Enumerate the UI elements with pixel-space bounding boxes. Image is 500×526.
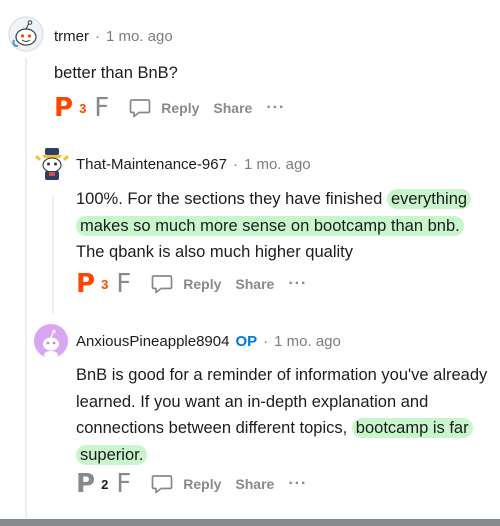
avatar[interactable] — [8, 16, 44, 52]
share-button[interactable]: Share — [235, 276, 274, 292]
upvote-icon[interactable]: P — [76, 470, 95, 498]
share-button[interactable]: Share — [235, 476, 274, 492]
vote-score: 2 — [101, 476, 109, 492]
reply-button[interactable]: Reply — [183, 276, 221, 292]
timestamp[interactable]: 1 mo. ago — [244, 156, 311, 173]
downvote-icon[interactable]: F — [116, 470, 131, 498]
avatar[interactable] — [32, 144, 72, 184]
vote-score: 3 — [101, 276, 109, 292]
username[interactable]: That-Maintenance-967 — [76, 156, 227, 173]
vote-score: 3 — [79, 100, 87, 116]
comment-bubble-icon[interactable] — [129, 98, 151, 118]
timestamp[interactable]: 1 mo. ago — [106, 28, 173, 45]
snoo-avatar-purple-icon — [34, 324, 68, 358]
avatar[interactable] — [34, 324, 68, 358]
bottom-scroll-bar[interactable] — [0, 519, 500, 526]
comment-text: better than BnB? — [54, 64, 178, 82]
separator: · — [232, 156, 238, 173]
comment-meta: trmer · 1 mo. ago — [54, 28, 173, 45]
thread-line-2[interactable] — [52, 196, 54, 314]
comment-text: 100%. For the sections they have finishe… — [76, 190, 387, 208]
username[interactable]: trmer — [54, 28, 89, 45]
more-options-button[interactable]: ··· — [288, 475, 307, 493]
thread-line-1[interactable] — [25, 58, 27, 518]
op-badge: OP — [235, 333, 258, 350]
comment-bubble-icon[interactable] — [151, 274, 173, 294]
more-options-button[interactable]: ··· — [288, 275, 307, 293]
snoo-avatar-hat-icon — [33, 145, 71, 183]
comment-meta: That-Maintenance-967 · 1 mo. ago — [76, 156, 311, 173]
timestamp[interactable]: 1 mo. ago — [274, 333, 341, 350]
comment-body: 100%. For the sections they have finishe… — [76, 186, 491, 266]
comment-body: BnB is good for a reminder of informatio… — [76, 362, 494, 468]
upvote-icon[interactable]: P — [76, 270, 95, 298]
downvote-icon[interactable]: F — [94, 94, 109, 122]
username[interactable]: AnxiousPineapple8904 — [76, 333, 229, 350]
share-button[interactable]: Share — [213, 100, 252, 116]
more-options-button[interactable]: ··· — [266, 99, 285, 117]
comment-actions: P 3 F Reply Share ··· — [76, 270, 307, 298]
comment-bubble-icon[interactable] — [151, 474, 173, 494]
separator: · — [263, 333, 269, 350]
separator: · — [95, 28, 100, 45]
snoo-avatar-icon — [8, 16, 44, 52]
comment-actions: P 3 F Reply Share ··· — [54, 94, 285, 122]
comment-text: The qbank is also much higher quality — [76, 243, 353, 261]
comment-body: better than BnB? — [54, 60, 178, 87]
comment-actions: P 2 F Reply Share ··· — [76, 470, 307, 498]
comment-meta: AnxiousPineapple8904 OP · 1 mo. ago — [76, 333, 341, 350]
downvote-icon[interactable]: F — [116, 270, 131, 298]
reply-button[interactable]: Reply — [161, 100, 199, 116]
reply-button[interactable]: Reply — [183, 476, 221, 492]
upvote-icon[interactable]: P — [54, 94, 73, 122]
